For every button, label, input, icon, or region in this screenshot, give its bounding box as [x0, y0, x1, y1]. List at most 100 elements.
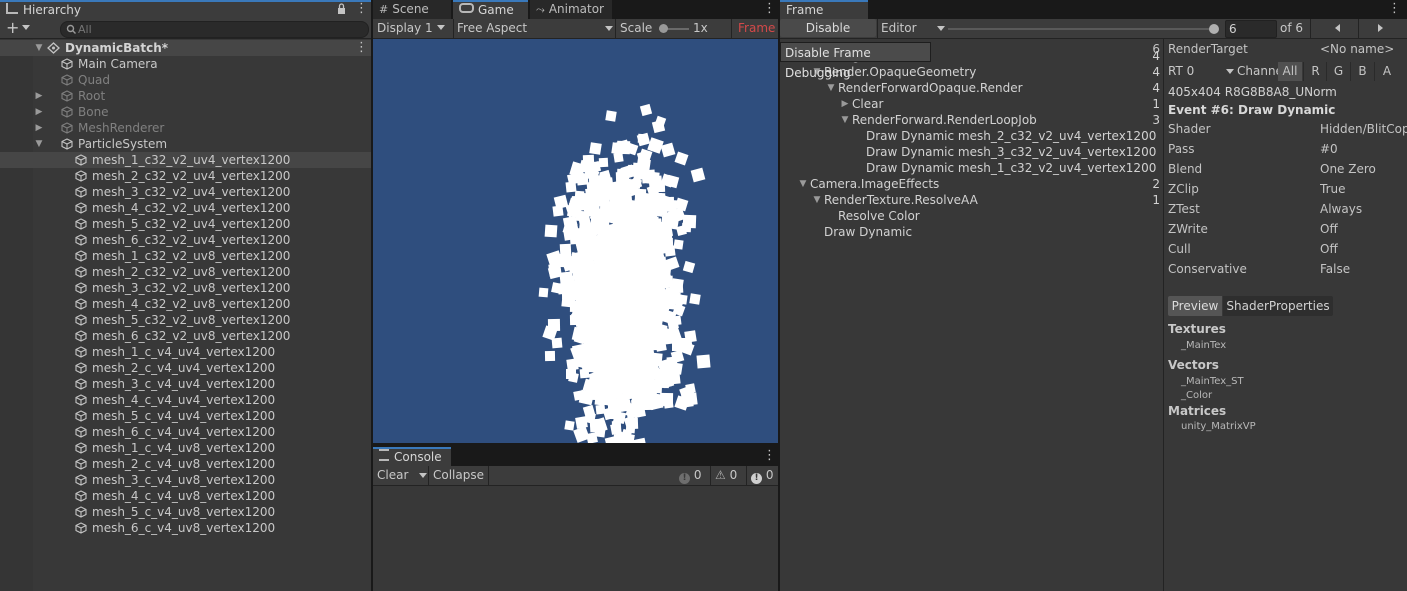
search-input[interactable]: [78, 22, 358, 36]
event-property-key: ZTest: [1168, 202, 1200, 216]
expand-arrow-icon[interactable]: ▼: [34, 40, 44, 56]
hierarchy-item[interactable]: mesh_2_c_v4_uv4_vertex1200: [0, 360, 371, 376]
hierarchy-item[interactable]: mesh_3_c_v4_uv4_vertex1200: [0, 376, 371, 392]
console-clear-button[interactable]: Clear: [377, 466, 408, 484]
channel-button-g[interactable]: G: [1326, 62, 1350, 81]
hierarchy-item[interactable]: mesh_1_c_v4_uv4_vertex1200: [0, 344, 371, 360]
game-menu-icon[interactable]: ⋮: [763, 2, 776, 16]
console-menu-icon[interactable]: ⋮: [763, 449, 776, 463]
hierarchy-item[interactable]: mesh_3_c32_v2_uv8_vertex1200: [0, 280, 371, 296]
particle-quad: [544, 350, 556, 362]
frame-event-row[interactable]: Draw Dynamic mesh_1_c32_v2_uv4_vertex120…: [780, 160, 1163, 176]
hierarchy-item[interactable]: Main Camera: [0, 56, 371, 72]
target-dropdown[interactable]: Editor: [881, 19, 945, 37]
frame-event-row[interactable]: Draw Dynamic: [780, 224, 1163, 240]
hierarchy-item[interactable]: mesh_2_c_v4_uv8_vertex1200: [0, 456, 371, 472]
expand-arrow-icon[interactable]: ▼: [34, 136, 44, 152]
frame-event-row[interactable]: ▶ Clear 1: [780, 96, 1163, 112]
hierarchy-item[interactable]: mesh_5_c32_v2_uv4_vertex1200: [0, 216, 371, 232]
framedebug-menu-icon[interactable]: ⋮: [1388, 2, 1401, 16]
hierarchy-item[interactable]: mesh_5_c_v4_uv4_vertex1200: [0, 408, 371, 424]
particle-quad: [622, 433, 635, 443]
tab-shader-properties[interactable]: ShaderProperties: [1223, 296, 1333, 316]
tab-scene[interactable]: # Scene: [373, 0, 451, 19]
aspect-dropdown[interactable]: Free Aspect: [457, 19, 613, 37]
frame-event-row[interactable]: Draw Dynamic mesh_3_c32_v2_uv4_vertex120…: [780, 144, 1163, 160]
tab-preview[interactable]: Preview: [1168, 296, 1222, 316]
particle-quad: [573, 303, 586, 316]
hierarchy-item[interactable]: mesh_1_c32_v2_uv4_vertex1200: [0, 152, 371, 168]
rt-dropdown[interactable]: RT 0: [1168, 62, 1234, 80]
hierarchy-item[interactable]: mesh_6_c32_v2_uv4_vertex1200: [0, 232, 371, 248]
hierarchy-search-field[interactable]: [60, 21, 369, 38]
hierarchy-item[interactable]: mesh_4_c32_v2_uv4_vertex1200: [0, 200, 371, 216]
expand-arrow-icon[interactable]: ▼: [840, 112, 850, 128]
info-filter-button[interactable]: ! 0: [679, 466, 709, 484]
hierarchy-item[interactable]: ▶ Bone: [0, 104, 371, 120]
hierarchy-item[interactable]: mesh_5_c32_v2_uv8_vertex1200: [0, 312, 371, 328]
tab-hierarchy[interactable]: Hierarchy: [0, 0, 371, 19]
event-slider-track[interactable]: [948, 28, 1216, 30]
prev-event-icon[interactable]: [1335, 24, 1340, 32]
hierarchy-item[interactable]: mesh_2_c32_v2_uv4_vertex1200: [0, 168, 371, 184]
expand-arrow-icon[interactable]: ▼: [812, 192, 822, 208]
expand-arrow-icon[interactable]: ▼: [798, 176, 808, 192]
hierarchy-item[interactable]: mesh_5_c_v4_uv8_vertex1200: [0, 504, 371, 520]
collapse-arrow-icon[interactable]: ▶: [840, 96, 850, 112]
add-icon[interactable]: +: [6, 20, 31, 36]
hierarchy-menu-icon[interactable]: ⋮: [355, 2, 368, 16]
hierarchy-item[interactable]: mesh_2_c32_v2_uv8_vertex1200: [0, 264, 371, 280]
scene-menu-icon[interactable]: ⋮: [355, 40, 368, 56]
tab-animator[interactable]: ⤳ Animator: [530, 0, 612, 19]
frame-event-row[interactable]: ▼ RenderForward.RenderLoopJob 3: [780, 112, 1163, 128]
particle-quad: [632, 162, 647, 177]
error-filter-button[interactable]: ! 0: [751, 466, 781, 484]
hierarchy-item[interactable]: mesh_4_c32_v2_uv8_vertex1200: [0, 296, 371, 312]
scene-header-row[interactable]: ▼ DynamicBatch* ⋮: [0, 40, 371, 56]
game-viewport[interactable]: [373, 39, 778, 443]
scale-slider[interactable]: [659, 24, 689, 33]
hierarchy-item[interactable]: ▶ Root: [0, 88, 371, 104]
hierarchy-item[interactable]: mesh_6_c_v4_uv8_vertex1200: [0, 520, 371, 536]
info-count: 0: [693, 468, 702, 482]
event-slider-thumb[interactable]: [1209, 24, 1219, 34]
hierarchy-item[interactable]: mesh_1_c32_v2_uv8_vertex1200: [0, 248, 371, 264]
particle-quad: [648, 379, 663, 394]
collapse-arrow-icon[interactable]: ▶: [34, 104, 44, 120]
tab-console[interactable]: Console: [373, 447, 451, 466]
channel-button-r[interactable]: R: [1303, 62, 1327, 81]
next-event-icon[interactable]: [1378, 24, 1383, 32]
hierarchy-item[interactable]: mesh_6_c32_v2_uv8_vertex1200: [0, 328, 371, 344]
console-log-area[interactable]: [373, 486, 778, 591]
collapse-arrow-icon[interactable]: ▶: [34, 120, 44, 136]
hierarchy-item[interactable]: mesh_3_c32_v2_uv4_vertex1200: [0, 184, 371, 200]
display-dropdown[interactable]: Display 1: [377, 19, 453, 37]
channel-button-a[interactable]: A: [1374, 62, 1399, 81]
hierarchy-item[interactable]: mesh_1_c_v4_uv8_vertex1200: [0, 440, 371, 456]
frame-event-row[interactable]: ▼ RenderTexture.ResolveAA 1: [780, 192, 1163, 208]
warning-filter-button[interactable]: ⚠ 0: [715, 466, 745, 484]
collapse-button[interactable]: Collapse: [433, 466, 484, 484]
hierarchy-item[interactable]: Quad: [0, 72, 371, 88]
collapse-arrow-icon[interactable]: ▶: [34, 88, 44, 104]
channel-button-b[interactable]: B: [1350, 62, 1374, 81]
frame-event-row[interactable]: ▼ Camera.ImageEffects 2: [780, 176, 1163, 192]
warning-icon: ⚠: [715, 468, 726, 482]
disable-button[interactable]: Disable: [780, 19, 876, 37]
hierarchy-item[interactable]: ▶ MeshRenderer: [0, 120, 371, 136]
hierarchy-item[interactable]: mesh_4_c_v4_uv4_vertex1200: [0, 392, 371, 408]
hierarchy-item[interactable]: ▼ ParticleSystem: [0, 136, 371, 152]
hierarchy-item[interactable]: mesh_3_c_v4_uv8_vertex1200: [0, 472, 371, 488]
frame-event-row[interactable]: Draw Dynamic mesh_2_c32_v2_uv4_vertex120…: [780, 128, 1163, 144]
tab-frame-debug[interactable]: Frame Debug: [780, 0, 868, 34]
channel-button-all[interactable]: All: [1278, 62, 1302, 81]
framedebug-tree: 6 ▼Drawing4▼Render.OpaqueGeometry4▼Rende…: [780, 39, 1163, 591]
hierarchy-item[interactable]: mesh_6_c_v4_uv4_vertex1200: [0, 424, 371, 440]
hierarchy-item[interactable]: mesh_4_c_v4_uv8_vertex1200: [0, 488, 371, 504]
frame-event-count: 4: [1152, 49, 1160, 63]
frame-event-row[interactable]: Resolve Color: [780, 208, 1163, 224]
clear-options-dropdown[interactable]: [411, 466, 427, 485]
event-index-field[interactable]: 6: [1225, 20, 1277, 38]
lock-icon[interactable]: [337, 3, 345, 14]
tab-game[interactable]: Game: [453, 0, 528, 19]
